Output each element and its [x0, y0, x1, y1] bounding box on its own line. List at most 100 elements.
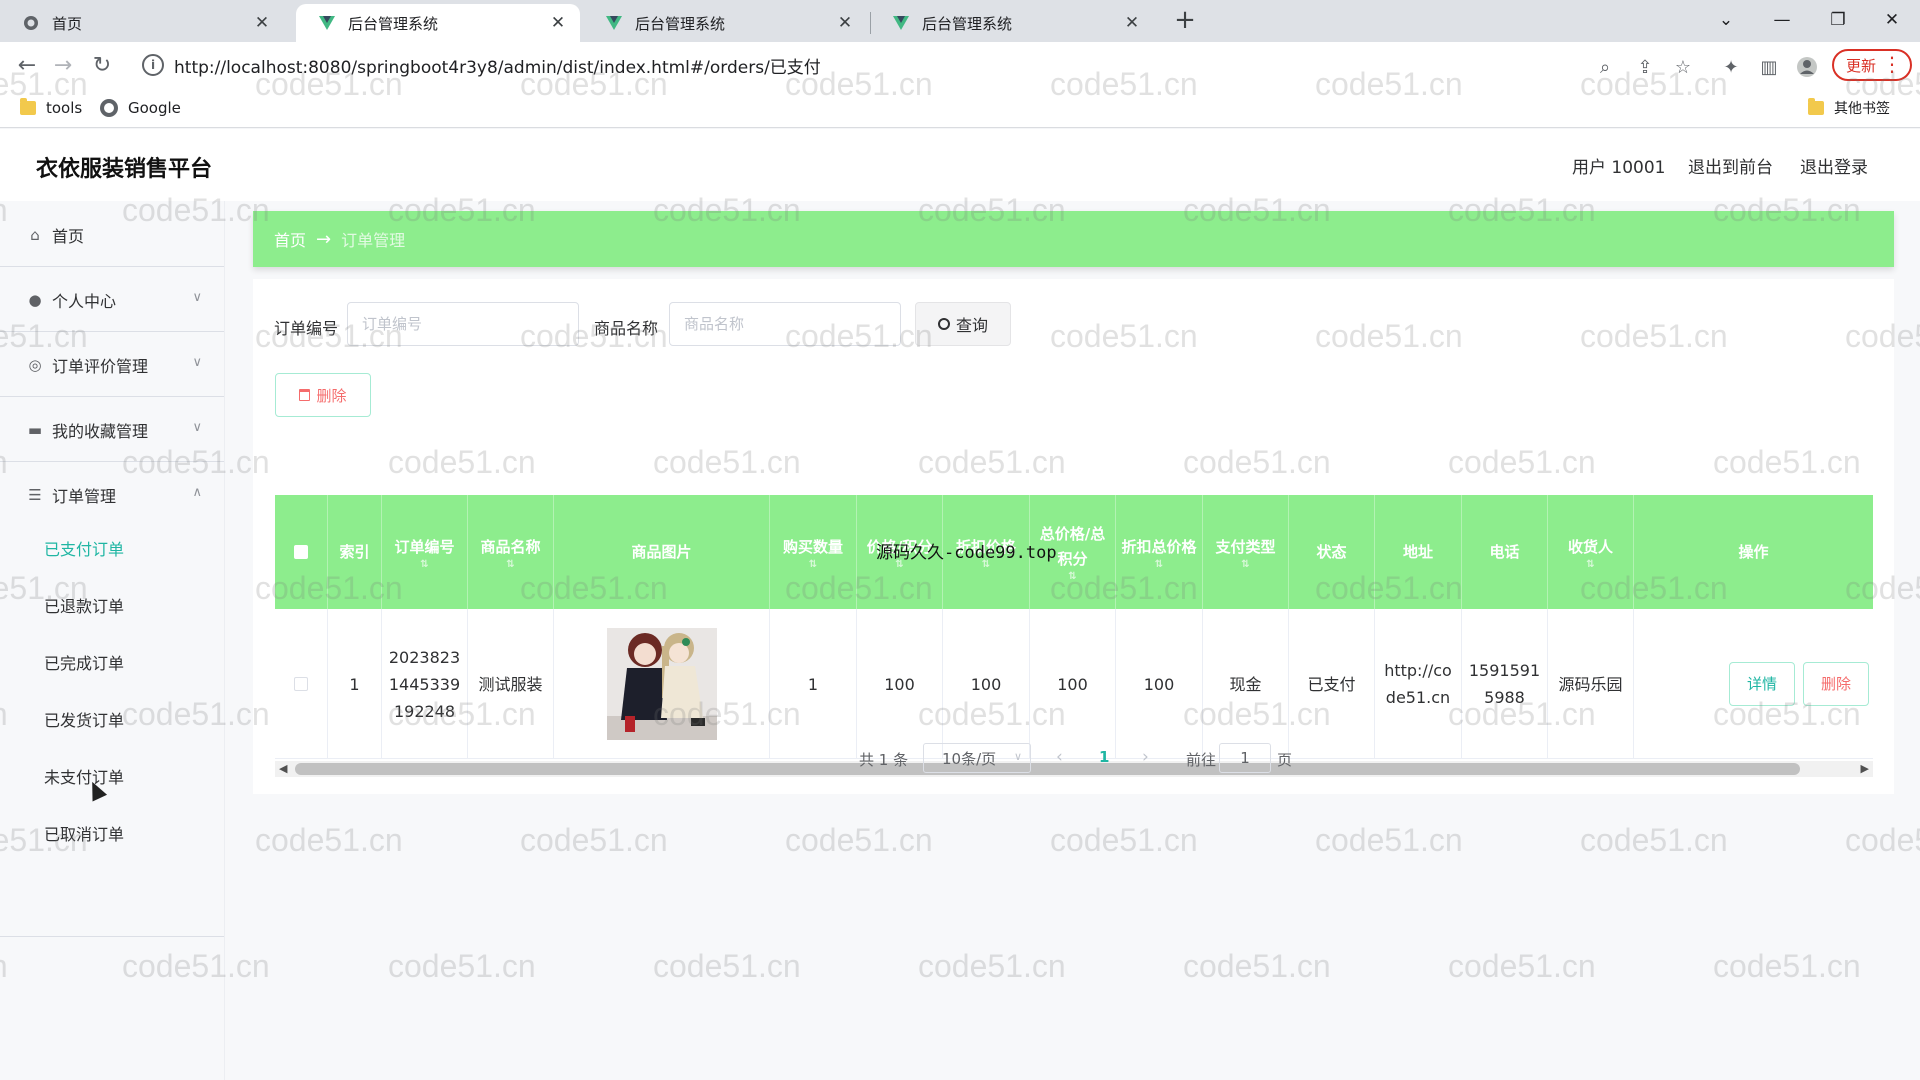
cell-quantity: 1 [770, 609, 857, 759]
detail-button[interactable]: 详情 [1729, 662, 1795, 706]
sidebar-item-label: 我的收藏管理 [52, 421, 149, 441]
browser-tab-admin-active[interactable]: 后台管理系统 ✕ [296, 4, 580, 42]
new-tab-button[interactable]: + [1170, 6, 1200, 36]
circle-icon: ◎ [28, 355, 42, 374]
col-header-receiver[interactable]: 收货人 ⇅ [1548, 495, 1634, 609]
breadcrumb-home[interactable]: 首页 [274, 227, 306, 251]
select-all-checkbox[interactable] [275, 495, 328, 609]
checkbox-icon[interactable] [294, 545, 308, 559]
sidebar-item-home[interactable]: ⌂ 首页 [0, 203, 224, 267]
sort-icon[interactable]: ⇅ [809, 559, 817, 570]
chevron-down-icon: ∨ [192, 290, 202, 305]
folder-icon [1808, 98, 1824, 115]
share-icon[interactable]: ⇪ [1632, 54, 1658, 80]
sidebar: ⌂ 首页 ● 个人中心 ∨ ◎ 订单评价管理 ∨ ▬ 我的收藏管理 ∨ ☰ 订单… [0, 201, 225, 1080]
detail-button-label: 详情 [1746, 674, 1777, 693]
col-header-pay-type[interactable]: 支付类型 ⇅ [1203, 495, 1289, 609]
trash-icon [299, 389, 311, 401]
side-panel-icon[interactable]: ▥ [1756, 54, 1782, 80]
extensions-icon[interactable]: ✦ [1718, 54, 1744, 80]
bookmark-tools[interactable]: tools [20, 96, 82, 120]
sort-icon[interactable]: ⇅ [1068, 572, 1076, 582]
sidebar-sub-shipped-orders[interactable]: 已发货订单 [0, 691, 224, 747]
user-icon: ● [28, 290, 42, 309]
breadcrumb: 首页 → 订单管理 [253, 211, 1894, 267]
query-button-label: 查询 [955, 316, 988, 335]
row-checkbox[interactable] [294, 677, 308, 691]
col-header-status[interactable]: 状态 [1289, 495, 1375, 609]
logout-link[interactable]: 退出登录 [1800, 153, 1868, 178]
page-size-value: 10条/页 [942, 749, 997, 768]
col-header-label: 地址 [1402, 542, 1433, 561]
batch-delete-button[interactable]: 删除 [275, 373, 371, 417]
col-header-label: 状态 [1316, 542, 1347, 561]
sort-icon[interactable]: ⇅ [506, 559, 514, 570]
minimize-button[interactable]: — [1754, 0, 1810, 40]
close-icon[interactable]: ✕ [252, 13, 272, 33]
col-header-quantity[interactable]: 购买数量 ⇅ [770, 495, 857, 609]
more-menu-icon[interactable]: ⋮ [1882, 53, 1902, 75]
app-title: 衣依服装销售平台 [36, 157, 213, 182]
bookmark-star-icon[interactable]: ☆ [1670, 54, 1696, 80]
back-arrow-icon[interactable]: ← [12, 50, 42, 80]
site-info-icon[interactable]: i [142, 54, 164, 76]
sidebar-sub-paid-orders[interactable]: 已支付订单 [0, 520, 224, 576]
col-header-order-no[interactable]: 订单编号 ⇅ [382, 495, 468, 609]
sidebar-item-favorites[interactable]: ▬ 我的收藏管理 ∨ [0, 398, 224, 462]
cell-pay-type: 现金 [1203, 609, 1289, 759]
sidebar-sub-completed-orders[interactable]: 已完成订单 [0, 634, 224, 690]
home-icon: ⌂ [30, 225, 40, 244]
page-number-current[interactable]: 1 [1099, 748, 1109, 766]
exit-to-front-link[interactable]: 退出到前台 [1688, 153, 1773, 178]
col-header-index[interactable]: 索引 [328, 495, 382, 609]
restore-button[interactable]: ❐ [1810, 0, 1866, 40]
close-icon[interactable]: ✕ [835, 13, 855, 33]
sidebar-sub-unpaid-orders[interactable]: 未支付订单 [0, 748, 224, 804]
col-header-address[interactable]: 地址 [1375, 495, 1462, 609]
close-icon[interactable]: ✕ [548, 13, 568, 33]
next-page-button[interactable]: › [1142, 747, 1149, 767]
query-button[interactable]: 查询 [915, 302, 1011, 346]
sidebar-item-label: 个人中心 [52, 291, 117, 311]
goto-page-input[interactable]: 1 [1219, 743, 1271, 773]
sort-icon[interactable]: ⇅ [1155, 559, 1163, 570]
order-no-input[interactable] [347, 302, 579, 346]
close-window-button[interactable]: ✕ [1864, 0, 1920, 40]
sidebar-item-orders[interactable]: ☰ 订单管理 ∧ [0, 463, 224, 527]
zoom-icon[interactable]: ⌕ [1592, 54, 1618, 80]
sort-icon[interactable]: ⇅ [420, 559, 428, 570]
sort-icon[interactable]: ⇅ [1241, 559, 1249, 570]
col-header-product-name[interactable]: 商品名称 ⇅ [468, 495, 554, 609]
other-bookmarks[interactable]: 其他书签 [1808, 96, 1890, 120]
browser-tab-home[interactable]: 首页 ✕ [0, 4, 284, 42]
sidebar-sub-cancelled-orders[interactable]: 已取消订单 [0, 805, 224, 861]
col-header-label: 支付类型 [1215, 537, 1276, 556]
sidebar-item-order-review[interactable]: ◎ 订单评价管理 ∨ [0, 333, 224, 397]
sidebar-sub-refunded-orders[interactable]: 已退款订单 [0, 577, 224, 633]
row-delete-button[interactable]: 删除 [1803, 662, 1869, 706]
address-bar[interactable]: i http://localhost:8080/springboot4r3y8/… [130, 48, 1600, 82]
col-header-product-image[interactable]: 商品图片 [554, 495, 770, 609]
reload-icon[interactable]: ↻ [87, 50, 117, 80]
col-header-phone[interactable]: 电话 [1462, 495, 1548, 609]
bookmark-google[interactable]: Google [100, 96, 181, 120]
product-photo[interactable] [606, 628, 717, 740]
browser-tab-admin-3[interactable]: 后台管理系统 ✕ [870, 4, 1154, 42]
cell-order-no: 20238231445339192248 [382, 609, 468, 759]
sidebar-item-label: 订单管理 [52, 487, 117, 506]
bookmark-label: Google [128, 99, 181, 117]
profile-avatar-icon[interactable] [1794, 54, 1820, 80]
prev-page-button[interactable]: ‹ [1056, 747, 1063, 767]
update-label: 更新 [1846, 56, 1877, 75]
col-header-discount-total[interactable]: 折扣总价格 ⇅ [1116, 495, 1203, 609]
sort-icon[interactable]: ⇅ [1586, 559, 1594, 570]
update-button[interactable]: 更新 ⋮ [1832, 49, 1912, 81]
chevron-down-icon: ∨ [192, 420, 202, 435]
product-name-input[interactable] [669, 302, 901, 346]
browser-tab-admin-2[interactable]: 后台管理系统 ✕ [583, 4, 867, 42]
sidebar-item-personal-center[interactable]: ● 个人中心 ∨ [0, 268, 224, 332]
close-icon[interactable]: ✕ [1122, 13, 1142, 33]
page-size-select[interactable]: 10条/页 ∨ [923, 743, 1031, 773]
tab-search-chevron-icon[interactable]: ⌄ [1698, 0, 1754, 40]
forward-arrow-icon[interactable]: → [48, 50, 78, 80]
